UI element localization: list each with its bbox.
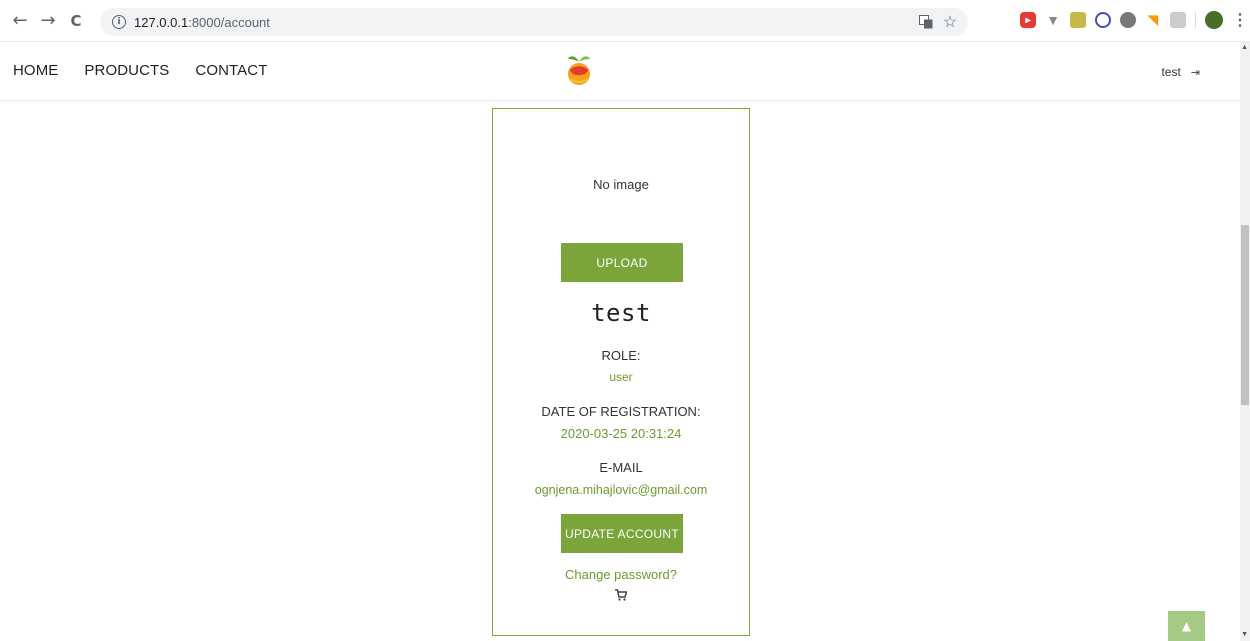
url-host: 127.0.0.1 [134,14,189,30]
back-arrow-icon[interactable]: ← [10,10,30,31]
extension-notes-icon[interactable] [1070,12,1086,28]
scroll-up-arrow-icon[interactable]: ▲ [1241,44,1248,51]
profile-avatar[interactable] [1205,11,1223,29]
address-bar[interactable]: i 127.0.0.1:8000/account ☆ [100,8,968,36]
header-username[interactable]: test [1161,65,1180,79]
logout-icon[interactable]: ⇥ [1191,66,1200,79]
scroll-down-arrow-icon[interactable]: ▼ [1241,631,1248,638]
site-header: HOME PRODUCTS CONTACT test ⇥ [0,42,1240,101]
email-label: E-MAIL [599,460,643,475]
email-value: ognjena.mihajlovic@gmail.com [534,483,708,497]
registration-date-value: 2020-03-25 20:31:24 [560,426,682,441]
info-icon[interactable]: i [112,15,126,29]
translate-icon[interactable] [918,14,934,30]
nav-products-link[interactable]: PRODUCTS [84,62,169,79]
registration-date-label: DATE OF REGISTRATION: [541,404,701,419]
nav-contact-link[interactable]: CONTACT [195,62,267,79]
toolbar-divider [1195,12,1196,28]
nav-home-link[interactable]: HOME [13,62,58,79]
extensions-bar: ▸ ▼ ◥ ⋮ [1020,10,1248,30]
extension-grey-icon[interactable] [1170,12,1186,28]
forward-arrow-icon[interactable]: → [38,10,58,31]
star-icon[interactable]: ☆ [942,14,958,31]
scrollbar-thumb[interactable] [1241,225,1249,405]
browser-toolbar: ← → C i 127.0.0.1:8000/account ☆ ▸ ▼ ◥ ⋮ [0,0,1250,42]
url-path: :8000/account [188,14,270,30]
browser-menu-icon[interactable]: ⋮ [1232,10,1248,30]
reload-icon[interactable]: C [66,11,86,31]
update-account-button[interactable]: UPDATE ACCOUNT [561,514,683,553]
no-image-placeholder: No image [593,177,649,192]
rss-icon[interactable]: ◥ [1145,12,1161,28]
extension-red-icon[interactable]: ▸ [1020,12,1036,28]
main-nav: HOME PRODUCTS CONTACT [13,62,267,79]
account-card: No image UPLOAD test ROLE: user DATE OF … [492,108,750,636]
cart-icon[interactable] [615,589,627,601]
user-area: test ⇥ [1161,65,1200,79]
change-password-link[interactable]: Change password? [493,567,749,582]
account-username: test [591,299,651,327]
fruit-logo-icon[interactable] [565,52,593,88]
back-to-top-button[interactable]: ▲ [1168,611,1205,641]
upload-button[interactable]: UPLOAD [561,243,683,282]
role-value: user [609,370,633,384]
extension-shield-icon[interactable] [1120,12,1136,28]
extension-vue-icon[interactable]: ▼ [1045,12,1061,28]
role-label: ROLE: [601,348,641,363]
extension-block-icon[interactable] [1095,12,1111,28]
